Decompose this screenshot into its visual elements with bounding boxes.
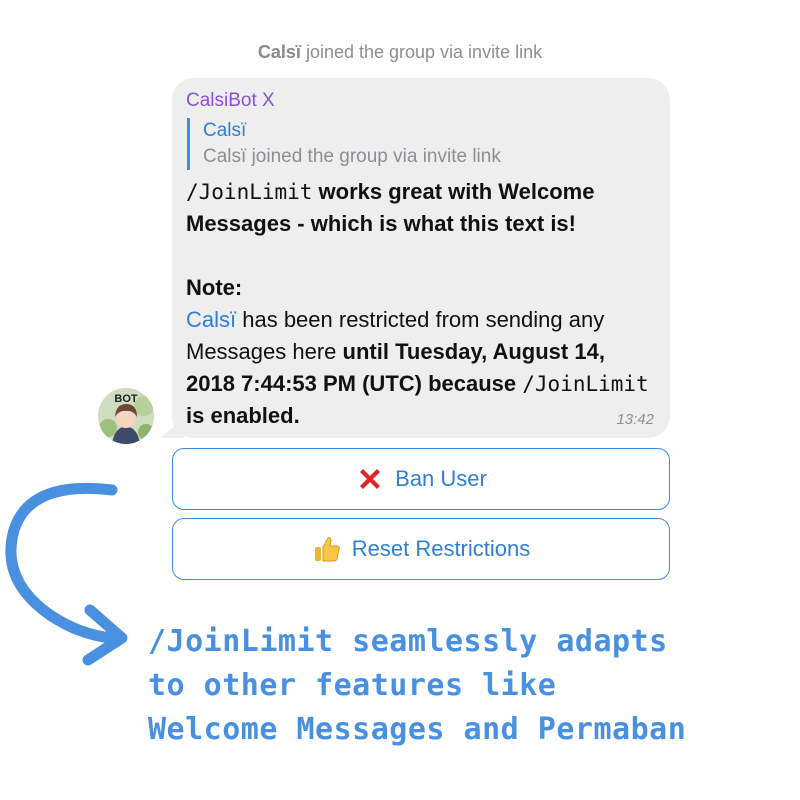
service-message-text: joined the group via invite link [300,42,543,62]
enabled-text: is enabled. [186,403,300,428]
user-mention[interactable]: Calsï [186,307,236,332]
ban-user-button[interactable]: Ban User [172,448,670,510]
reply-preview[interactable]: Calsï Calsï joined the group via invite … [187,118,656,170]
curved-arrow-icon [5,482,128,666]
ban-user-label: Ban User [395,466,487,491]
service-message: Calsï joined the group via invite link [0,42,800,63]
reply-name: Calsï [203,120,247,141]
caption-line-3: Welcome Messages and Permaban [148,712,687,747]
message-time: 13:42 [616,411,654,428]
thumbs-up-icon [312,534,342,564]
bot-avatar-icon: BOT [98,388,154,444]
reply-text: Calsï joined the group via invite link [203,146,501,167]
caption-line-1: /JoinLimit seamlessly adapts [148,624,668,659]
command-joinlimit-2[interactable]: /JoinLimit [522,372,648,396]
message-text: /JoinLimit works great with Welcome Mess… [186,176,656,432]
avatar[interactable]: BOT [98,388,154,444]
cross-mark-icon [355,464,385,494]
sender-name[interactable]: CalsiBot X [186,90,656,112]
service-message-user: Calsï [257,42,301,62]
avatar-label: BOT [114,393,138,405]
caption-line-2: to other features like [148,668,557,703]
message-bubble: CalsiBot X Calsï Calsï joined the group … [172,78,670,438]
reset-restrictions-label: Reset Restrictions [351,536,531,561]
caption: /JoinLimit seamlessly adapts to other fe… [148,620,788,752]
note-label: Note: [186,275,243,300]
command-joinlimit[interactable]: /JoinLimit [186,180,312,204]
reset-restrictions-button[interactable]: Reset Restrictions [172,518,670,580]
